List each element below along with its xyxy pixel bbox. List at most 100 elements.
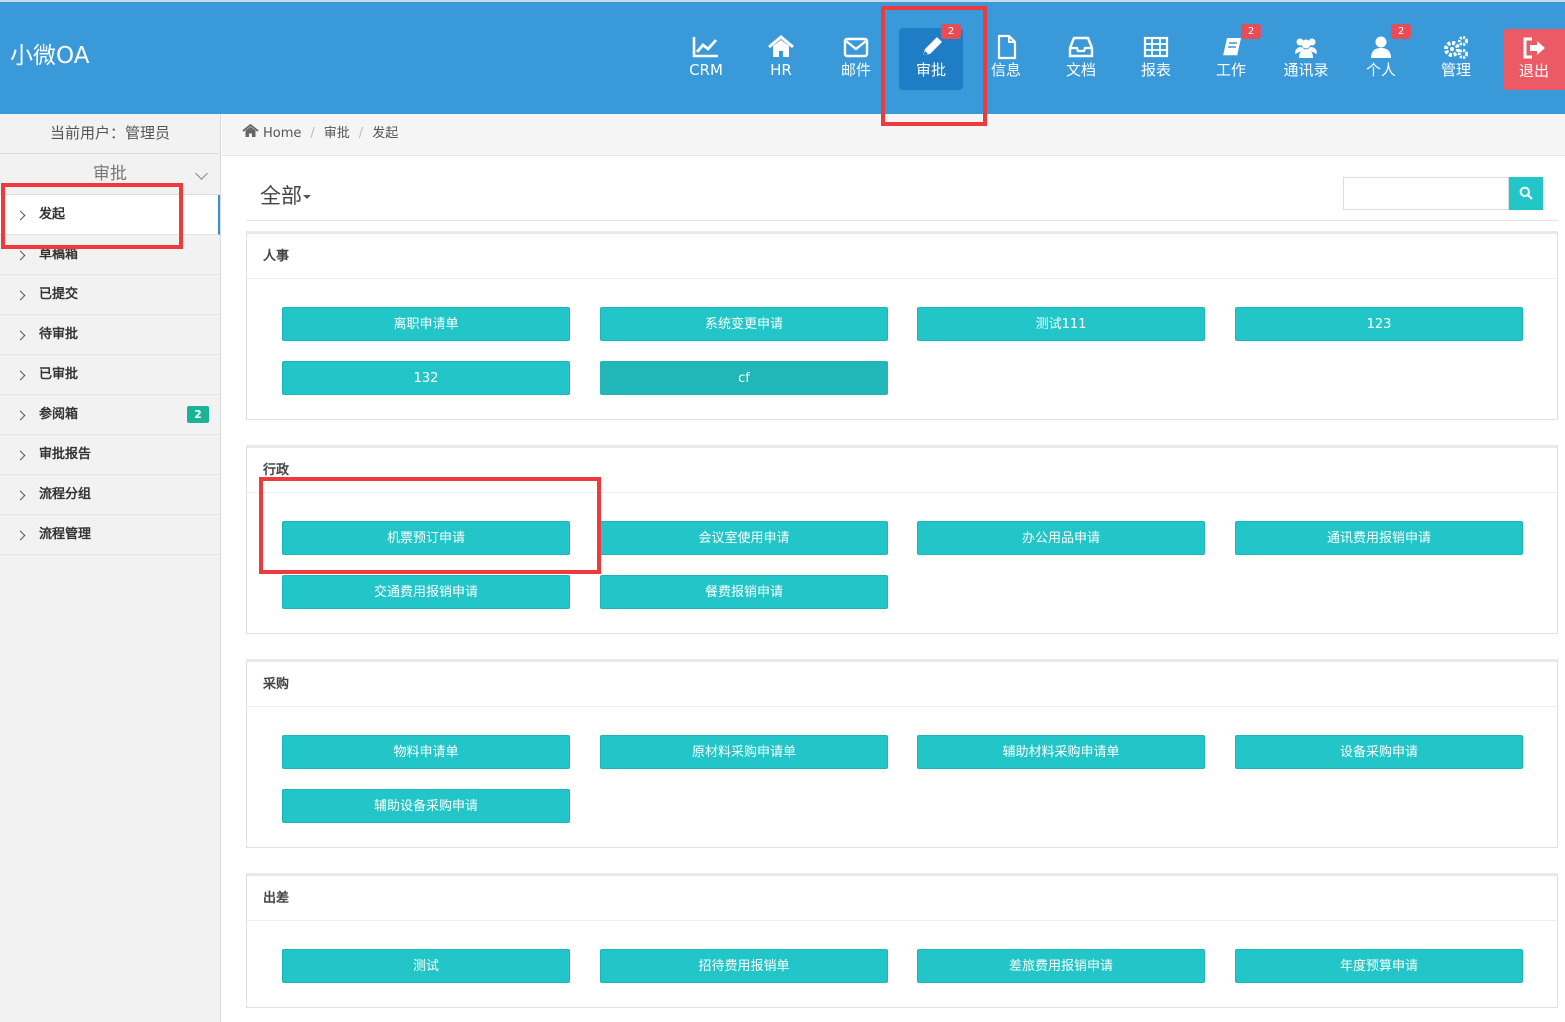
- nav-info[interactable]: 信息: [974, 28, 1038, 90]
- table-icon: [1143, 36, 1169, 58]
- flow-button[interactable]: 离职申请单: [282, 307, 570, 341]
- home-icon: [242, 124, 259, 137]
- flow-button[interactable]: 测试: [282, 949, 570, 983]
- chevron-right-icon: [15, 370, 26, 381]
- search-button[interactable]: [1509, 177, 1543, 210]
- sidebar-item-approved[interactable]: 已审批: [0, 355, 220, 395]
- sidebar-section-approval[interactable]: 审批: [0, 154, 220, 195]
- flow-button[interactable]: 测试111: [917, 307, 1205, 341]
- chevron-right-icon: [15, 490, 26, 501]
- file-icon: [997, 34, 1017, 60]
- sidebar-item-initiate[interactable]: 发起: [0, 195, 220, 235]
- envelope-icon: [843, 37, 869, 58]
- nav-docs[interactable]: 文档: [1049, 28, 1113, 90]
- chart-line-icon: [692, 37, 718, 58]
- nav-label: 审批: [915, 61, 946, 79]
- nav-work[interactable]: 工作 2: [1199, 24, 1263, 90]
- search-input[interactable]: [1343, 177, 1509, 210]
- nav-label: 个人: [1365, 61, 1396, 79]
- current-user: 当前用户：管理员: [0, 114, 220, 154]
- sidebar-item-submitted[interactable]: 已提交: [0, 275, 220, 315]
- flow-button[interactable]: 机票预订申请: [282, 521, 570, 555]
- caret-down-icon: [303, 195, 311, 199]
- sidebar-item-cc-box[interactable]: 参阅箱 2: [0, 395, 220, 435]
- breadcrumb-separator: /: [310, 126, 315, 141]
- nav-label: 管理: [1440, 61, 1471, 79]
- nav-badge: 2: [1391, 24, 1411, 39]
- breadcrumb: Home / 审批 / 发起: [222, 114, 1565, 156]
- nav-label: 报表: [1140, 61, 1171, 79]
- breadcrumb-home[interactable]: Home: [263, 126, 301, 141]
- nav-label: 通讯录: [1283, 61, 1329, 79]
- group-panel-hr: 人事 离职申请单 系统变更申请 测试111 123 132 cf: [246, 231, 1558, 420]
- chevron-right-icon: [15, 290, 26, 301]
- sidebar-item-drafts[interactable]: 草稿箱: [0, 235, 220, 275]
- nav-label: CRM: [689, 61, 723, 79]
- users-icon: [1295, 38, 1317, 58]
- flow-button[interactable]: 系统变更申请: [600, 307, 888, 341]
- sign-out-icon: [1523, 37, 1545, 59]
- sidebar-section-label: 审批: [93, 164, 127, 184]
- page-head: 全部: [246, 172, 1558, 221]
- logout-button[interactable]: 退出: [1503, 29, 1565, 90]
- flow-button[interactable]: 招待费用报销单: [600, 949, 888, 983]
- sidebar-item-flow-manage[interactable]: 流程管理: [0, 515, 220, 555]
- chevron-right-icon: [15, 250, 26, 261]
- home-icon: [768, 35, 794, 57]
- breadcrumb-level2: 发起: [372, 126, 399, 141]
- nav-reports[interactable]: 报表: [1124, 28, 1188, 90]
- sidebar-item-label: 审批报告: [39, 447, 92, 462]
- nav-label: 工作: [1215, 61, 1246, 79]
- flow-button[interactable]: 通讯费用报销申请: [1235, 521, 1523, 555]
- nav-approval[interactable]: 审批 2: [899, 24, 963, 90]
- flow-button[interactable]: 辅助材料采购申请单: [917, 735, 1205, 769]
- nav-mail[interactable]: 邮件: [824, 28, 888, 90]
- count-badge: 2: [187, 406, 209, 423]
- group-title: 出差: [247, 876, 1557, 921]
- inbox-icon: [1068, 36, 1094, 58]
- flow-button[interactable]: 差旅费用报销申请: [917, 949, 1205, 983]
- sidebar-item-flow-groups[interactable]: 流程分组: [0, 475, 220, 515]
- nav-badge: 2: [1241, 24, 1261, 39]
- sidebar-item-label: 待审批: [39, 327, 79, 342]
- chevron-right-icon: [15, 450, 26, 461]
- sidebar-item-label: 已提交: [39, 287, 79, 302]
- flow-button[interactable]: 辅助设备采购申请: [282, 789, 570, 823]
- sidebar-item-pending[interactable]: 待审批: [0, 315, 220, 355]
- chevron-right-icon: [15, 330, 26, 341]
- chevron-right-icon: [15, 530, 26, 541]
- sidebar-item-label: 已审批: [39, 367, 79, 382]
- nav-admin[interactable]: 管理: [1424, 28, 1488, 90]
- nav-contacts[interactable]: 通讯录: [1274, 28, 1338, 90]
- group-panel-purchase: 采购 物料申请单 原材料采购申请单 辅助材料采购申请单 设备采购申请 辅助设备采…: [246, 659, 1558, 848]
- breadcrumb-separator: /: [358, 126, 364, 141]
- group-panel-travel: 出差 测试 招待费用报销单 差旅费用报销申请 年度预算申请: [246, 873, 1558, 1008]
- nav-personal[interactable]: 个人 2: [1349, 24, 1413, 90]
- flow-button[interactable]: 原材料采购申请单: [600, 735, 888, 769]
- sidebar-item-label: 流程分组: [39, 487, 92, 502]
- chevron-right-icon: [15, 410, 26, 421]
- top-nav: CRM HR 邮件 审批 2 信息 文档 报表 工作 2 通讯录 个人 2 管理: [0, 24, 1565, 92]
- filter-dropdown[interactable]: 全部: [260, 180, 311, 210]
- flow-button[interactable]: 123: [1235, 307, 1523, 341]
- sidebar-item-report[interactable]: 审批报告: [0, 435, 220, 475]
- sidebar-item-label: 草稿箱: [39, 247, 79, 262]
- nav-hr[interactable]: HR: [749, 28, 813, 90]
- nav-crm[interactable]: CRM: [674, 28, 738, 90]
- flow-button[interactable]: 物料申请单: [282, 735, 570, 769]
- group-panel-admin: 行政 机票预订申请 会议室使用申请 办公用品申请 通讯费用报销申请 交通费用报销…: [246, 445, 1558, 634]
- group-title: 人事: [247, 234, 1557, 279]
- chevron-down-icon: [195, 167, 208, 180]
- sidebar-item-label: 流程管理: [39, 527, 92, 542]
- breadcrumb-level1[interactable]: 审批: [324, 126, 350, 141]
- flow-button[interactable]: 餐费报销申请: [600, 575, 888, 609]
- flow-button[interactable]: 设备采购申请: [1235, 735, 1523, 769]
- flow-button[interactable]: 会议室使用申请: [600, 521, 888, 555]
- flow-button[interactable]: cf: [600, 361, 888, 395]
- flow-button[interactable]: 年度预算申请: [1235, 949, 1523, 983]
- flow-button[interactable]: 132: [282, 361, 570, 395]
- sidebar-item-label: 参阅箱: [39, 407, 79, 422]
- flow-button[interactable]: 办公用品申请: [917, 521, 1205, 555]
- gears-icon: [1444, 36, 1468, 59]
- flow-button[interactable]: 交通费用报销申请: [282, 575, 570, 609]
